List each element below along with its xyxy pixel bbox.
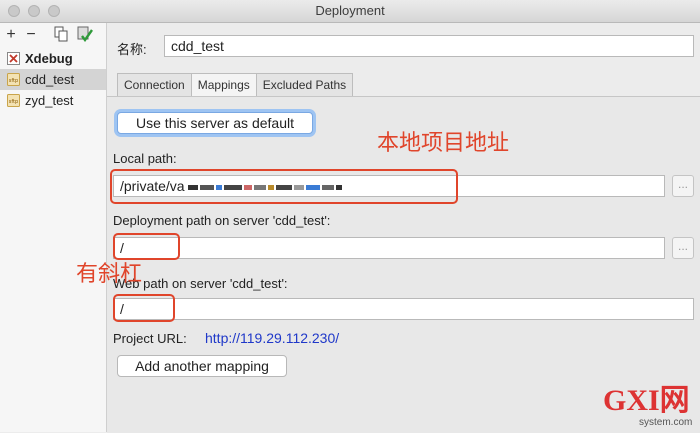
remove-server-button[interactable]: − [22,26,40,44]
annotation-slash: 有斜杠 [76,262,143,287]
name-label: 名称: [117,42,147,57]
default-server-icon [77,26,93,43]
deployment-path-input[interactable]: / [113,237,665,259]
server-list-panel: + − Xdebug sftp cdd_test sftp zyd_test [0,23,107,432]
copy-icon [54,26,68,42]
server-label: cdd_test [25,72,75,87]
watermark-logo: GXI网 system.com [601,384,700,432]
watermark-brand: GXI网 [603,384,690,417]
web-path-highlight [113,294,175,322]
server-label: zyd_test [25,93,74,108]
add-server-button[interactable]: + [2,26,20,44]
project-url-label: Project URL: [113,331,187,346]
svg-text:sftp: sftp [9,99,18,105]
add-mapping-button[interactable]: Add another mapping [117,355,287,377]
server-item-cdd-test[interactable]: sftp cdd_test [0,69,106,90]
server-name-input[interactable]: cdd_test [164,35,694,57]
settings-tabs: Connection Mappings Excluded Paths [117,73,354,98]
server-settings: 名称: cdd_test Connection Mappings Exclude… [107,23,700,433]
local-path-label: Local path: [113,151,177,166]
project-url-link[interactable]: http://119.29.112.230/ [205,330,339,346]
watermark-site: system.com [639,417,693,428]
title-bar: Deployment [0,0,700,23]
use-as-default-button[interactable]: Use this server as default [117,112,313,134]
annotation-local-address: 本地项目地址 [377,131,510,156]
server-item-zyd-test[interactable]: sftp zyd_test [0,90,106,111]
tab-connection[interactable]: Connection [117,73,192,98]
set-default-button[interactable] [76,26,94,44]
deployment-path-label: Deployment path on server 'cdd_test': [113,213,331,228]
window-title: Deployment [315,3,385,18]
browse-remote-button[interactable]: ... [672,237,694,259]
web-path-input[interactable]: / [113,298,694,320]
browse-local-button[interactable]: ... [672,175,694,197]
server-label: Xdebug [25,51,73,66]
copy-server-button[interactable] [52,26,70,44]
tab-mappings[interactable]: Mappings [190,73,257,98]
sftp-server-icon: sftp [7,73,20,86]
local-path-highlight [110,169,458,204]
svg-text:sftp: sftp [9,78,18,84]
sftp-server-icon: sftp [7,94,20,107]
xdebug-icon [7,52,20,65]
tab-excluded-paths[interactable]: Excluded Paths [255,73,354,98]
server-item-xdebug[interactable]: Xdebug [0,48,106,69]
